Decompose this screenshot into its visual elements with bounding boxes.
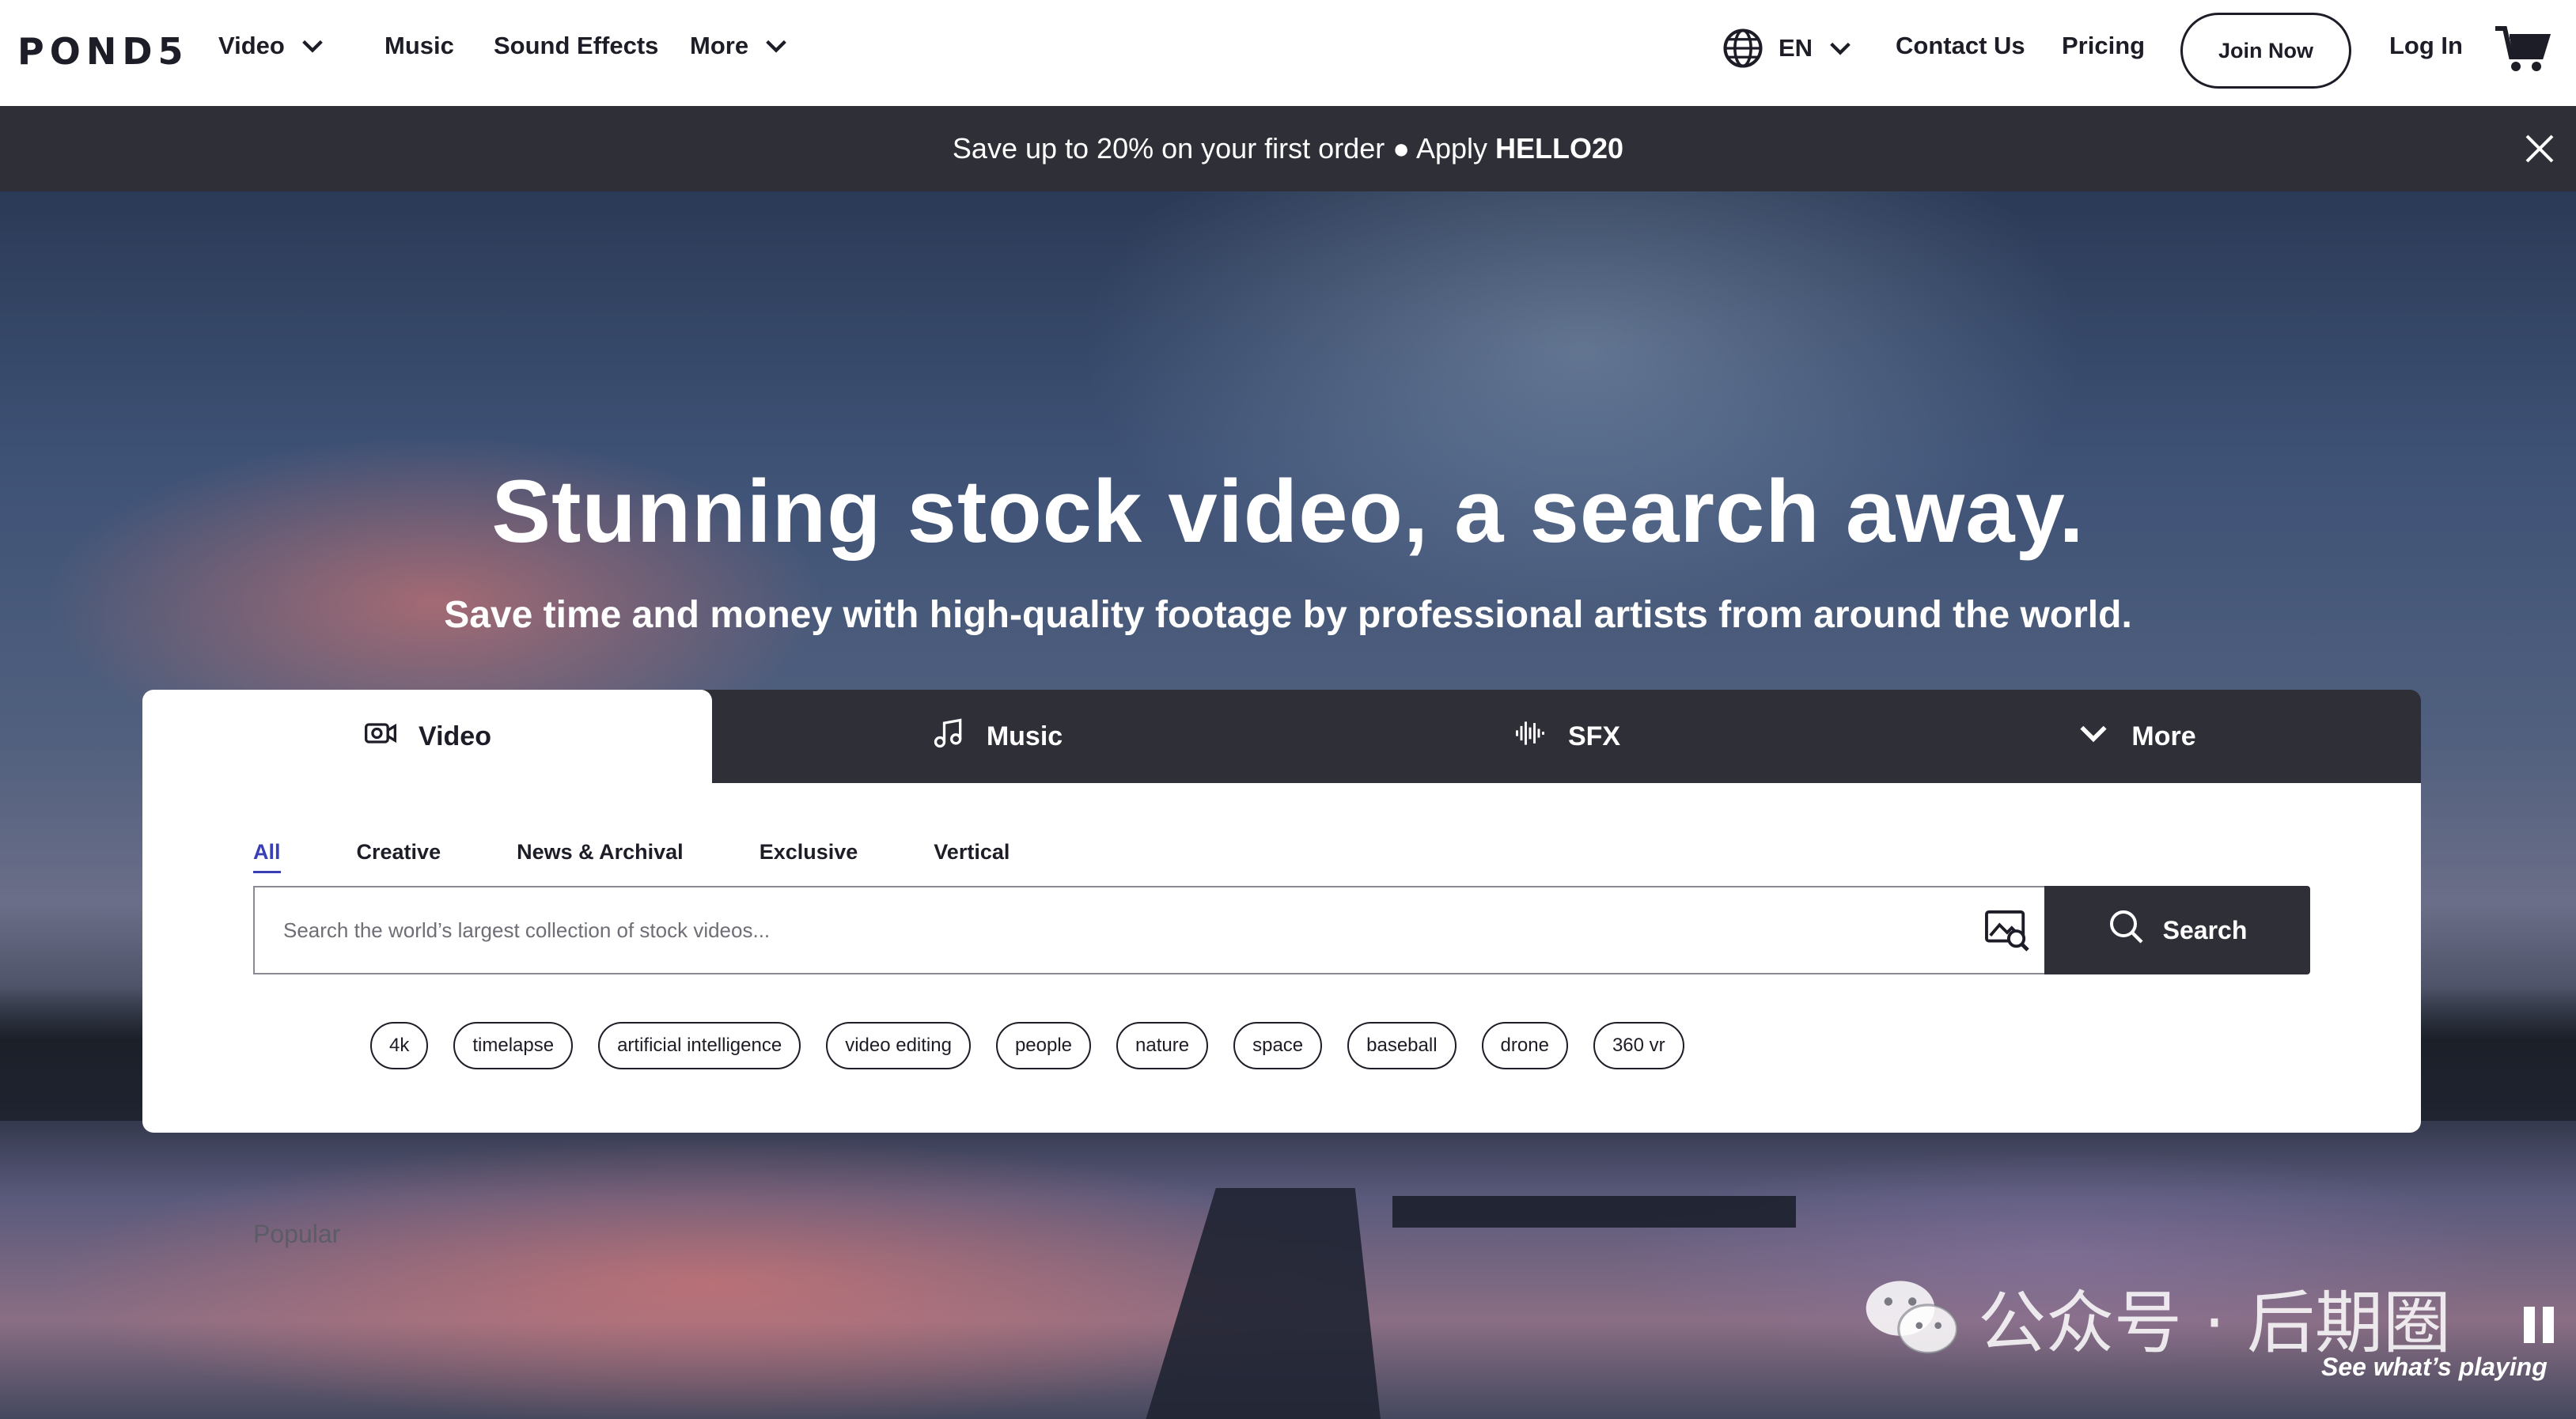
hero-section: Stunning stock video, a search away. Sav… (0, 191, 2576, 1419)
subtab-exclusive[interactable]: Exclusive (760, 840, 858, 873)
search-button-label: Search (2162, 915, 2248, 944)
video-camera-icon (363, 716, 398, 758)
chevron-down-icon (2076, 716, 2111, 758)
see-whats-playing-link[interactable]: See what’s playing (2321, 1353, 2548, 1382)
popular-label: Popular (253, 1220, 341, 1248)
close-icon[interactable] (2524, 133, 2555, 165)
subtab-vertical[interactable]: Vertical (934, 840, 1010, 873)
join-now-button[interactable]: Join Now (2180, 13, 2351, 89)
popular-tags: 4k timelapse artificial intelligence vid… (370, 1022, 1684, 1069)
globe-icon (1722, 27, 1764, 70)
search-icon (2108, 908, 2146, 952)
music-note-icon (931, 716, 966, 758)
category-subtabs: All Creative News & Archival Exclusive V… (253, 840, 1010, 873)
nav-pricing[interactable]: Pricing (2062, 32, 2145, 60)
tag-chip[interactable]: space (1233, 1022, 1323, 1069)
subtab-news-archival[interactable]: News & Archival (517, 840, 684, 873)
pause-bar (2524, 1307, 2535, 1343)
pause-bar (2543, 1307, 2554, 1343)
search-input[interactable] (255, 887, 1900, 973)
promo-code: HELLO20 (1495, 132, 1624, 165)
nav-music[interactable]: Music (385, 32, 454, 60)
chevron-down-icon (299, 32, 326, 59)
hero-title: Stunning stock video, a search away. (491, 462, 2085, 561)
nav-video[interactable]: Video (218, 32, 326, 60)
subtab-all[interactable]: All (253, 840, 281, 873)
tag-chip[interactable]: timelapse (453, 1022, 574, 1069)
tag-chip[interactable]: nature (1116, 1022, 1209, 1069)
nav-more-label: More (690, 32, 749, 59)
tag-chip[interactable]: artificial intelligence (598, 1022, 801, 1069)
background-pier (1392, 1196, 1796, 1228)
promo-text: Save up to 20% on your first order ● App… (952, 132, 1488, 165)
watermark-text: 公众号 · 后期圈 (1978, 1284, 2452, 1363)
tab-more[interactable]: More (1851, 690, 2421, 783)
tag-chip[interactable]: drone (1481, 1022, 1568, 1069)
nav-contact-us[interactable]: Contact Us (1896, 32, 2025, 60)
tab-video[interactable]: Video (142, 690, 712, 783)
tag-chip[interactable]: 4k (370, 1022, 429, 1069)
pond5-logo[interactable]: POND5 (17, 30, 189, 73)
tag-chip[interactable]: video editing (826, 1022, 971, 1069)
search-button[interactable]: Search (2044, 886, 2310, 974)
nav-more[interactable]: More (690, 32, 790, 60)
tab-video-label: Video (419, 721, 491, 751)
tag-chip[interactable]: 360 vr (1593, 1022, 1684, 1069)
tab-music[interactable]: Music (712, 690, 1282, 783)
promo-banner: Save up to 20% on your first order ● App… (0, 106, 2576, 191)
chevron-down-icon (763, 32, 790, 59)
nav-video-label: Video (218, 32, 285, 59)
wechat-icon (1859, 1273, 1962, 1360)
tab-music-label: Music (986, 721, 1063, 751)
subtab-creative[interactable]: Creative (357, 840, 441, 873)
log-in-link[interactable]: Log In (2389, 32, 2463, 60)
language-label: EN (1779, 34, 1813, 62)
tag-chip[interactable]: people (995, 1022, 1092, 1069)
top-navigation: POND5 Video Music Sound Effects More EN … (0, 0, 2576, 106)
tab-more-label: More (2131, 721, 2196, 751)
chevron-down-icon (1827, 35, 1854, 62)
tab-sfx-label: SFX (1567, 721, 1621, 751)
sound-wave-icon (1513, 716, 1547, 758)
image-search-icon[interactable] (1984, 910, 2030, 952)
search-box (253, 886, 2044, 974)
tab-sfx[interactable]: SFX (1282, 690, 1851, 783)
hero-subtitle: Save time and money with high-quality fo… (444, 594, 2132, 636)
pause-icon[interactable] (2524, 1307, 2555, 1343)
search-card: All Creative News & Archival Exclusive V… (142, 783, 2421, 1248)
wechat-watermark: 公众号 · 后期圈 (1859, 1267, 2451, 1366)
media-type-tabs: Video Music SFX More (142, 690, 2421, 783)
tag-chip[interactable]: baseball (1347, 1022, 1457, 1069)
nav-sound-effects[interactable]: Sound Effects (494, 32, 658, 60)
language-selector[interactable]: EN (1722, 27, 1854, 70)
cart-icon[interactable] (2494, 24, 2551, 74)
